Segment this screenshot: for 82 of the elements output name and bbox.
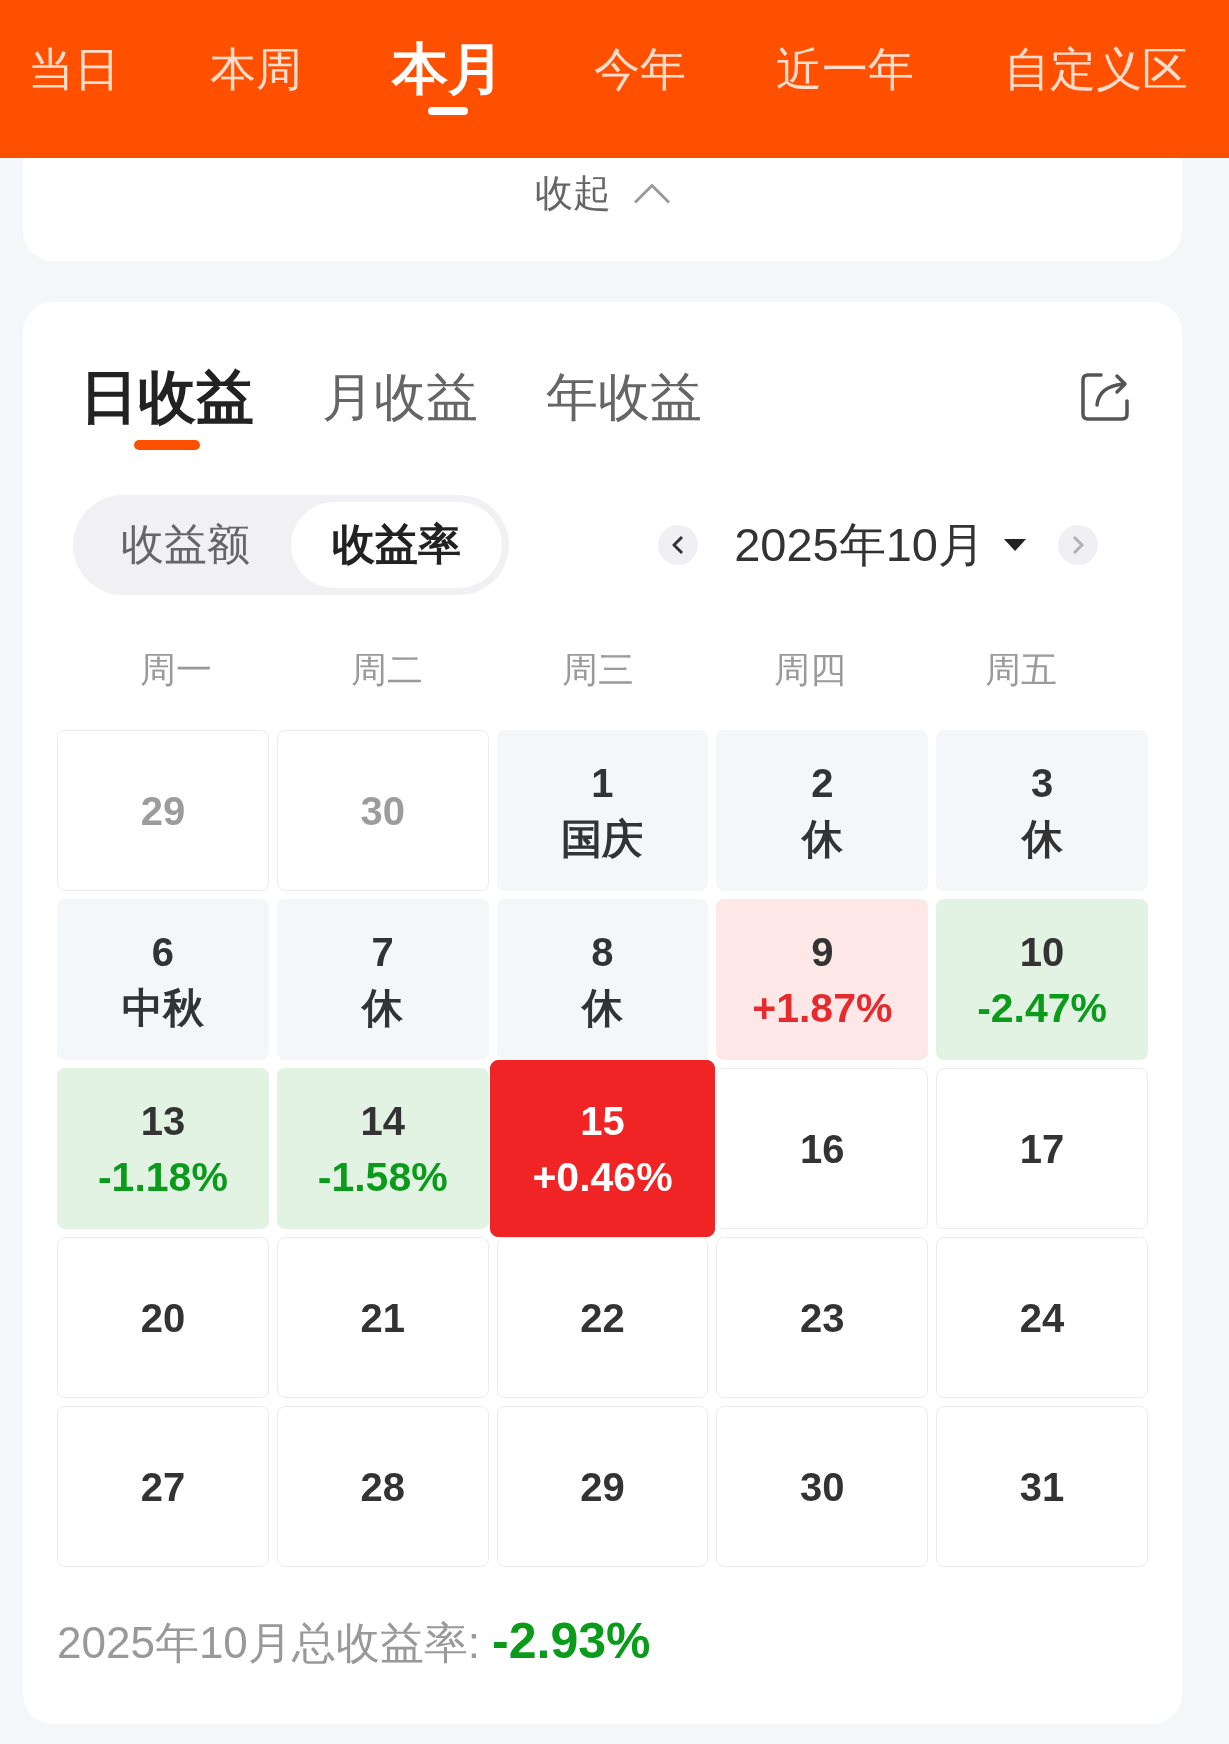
day-number: 13 [140,1097,186,1145]
calendar-day[interactable]: 20 [57,1237,269,1398]
holiday-label: 休 [582,983,623,1033]
calendar-day[interactable]: 22 [496,1237,709,1398]
holiday-label: 休 [362,983,404,1033]
calendar-day[interactable]: 8 休 [496,899,709,1060]
holiday-label: 中秋 [121,983,204,1033]
day-number: 7 [371,928,394,976]
chevron-right-icon [1072,535,1084,555]
day-number: 10 [1019,928,1065,976]
weekday-label: 周五 [985,648,1058,692]
day-number: 28 [360,1463,405,1511]
share-button[interactable] [1078,370,1132,424]
summary-label: 2025年10月总收益率: [57,1618,481,1667]
collapse-button[interactable]: 收起 [534,168,671,218]
calendar-day[interactable]: 15 +0.46% [489,1060,716,1237]
daily-return: +0.46% [532,1152,673,1202]
day-number: 31 [1019,1463,1065,1511]
calendar-day[interactable]: 23 [716,1237,929,1398]
daily-return: -1.18% [97,1152,228,1202]
day-number: 30 [800,1463,845,1511]
toggle-option[interactable]: 收益率 [291,502,502,588]
day-number: 3 [1030,759,1054,807]
calendar-day[interactable]: 6 中秋 [57,899,269,1060]
toggle-option[interactable]: 收益额 [80,502,291,588]
weekday-label: 周二 [351,648,424,692]
daily-return: -1.58% [317,1152,448,1202]
calendar-day[interactable]: 28 [276,1406,489,1567]
holiday-label: 国庆 [561,814,644,864]
calendar-day[interactable]: 29 [496,1406,709,1567]
calendar-day[interactable]: 2 休 [716,730,929,891]
day-number: 30 [360,787,405,835]
day-number: 20 [140,1294,186,1342]
day-number: 22 [580,1294,625,1342]
day-number: 8 [591,928,614,976]
tab-indicator [134,440,200,450]
day-number: 23 [800,1294,845,1342]
summary-value: -2.93% [492,1613,651,1669]
day-number: 9 [811,928,834,976]
weekday-label: 周四 [773,648,846,692]
calendar-day[interactable]: 16 [716,1068,929,1229]
earnings-tab[interactable]: 月收益 [322,359,478,435]
day-number: 16 [800,1125,845,1173]
share-icon [1078,370,1132,424]
calendar-day[interactable]: 27 [57,1406,269,1567]
previous-month-button[interactable] [658,525,699,565]
calendar-day[interactable]: 3 休 [936,730,1148,891]
month-picker[interactable]: 2025年10月 [734,515,1026,575]
weekday-label: 周一 [139,648,212,692]
caret-down-icon [1004,539,1026,551]
day-number: 15 [580,1097,625,1145]
earnings-tab[interactable]: 日收益 [80,359,254,450]
day-number: 29 [140,787,186,835]
holiday-label: 休 [1021,814,1063,864]
calendar-day[interactable]: 24 [936,1237,1148,1398]
daily-return: +1.87% [752,983,893,1033]
chevron-up-icon [632,182,671,204]
calendar-day[interactable]: 9 +1.87% [716,899,929,1060]
calendar-day[interactable]: 13 -1.18% [57,1068,269,1229]
holiday-label: 休 [801,814,843,864]
day-number: 21 [360,1294,405,1342]
calendar-day[interactable]: 1 国庆 [496,730,709,891]
earnings-tab[interactable]: 年收益 [546,359,702,435]
calendar-day[interactable]: 14 -1.58% [276,1068,489,1229]
calendar-day[interactable]: 21 [276,1237,489,1398]
calendar-day[interactable]: 10 -2.47% [936,899,1148,1060]
day-number: 14 [360,1097,405,1145]
calendar-day[interactable]: 31 [936,1406,1148,1567]
tab-indicator [428,107,468,115]
weekday-label: 周三 [562,648,635,692]
day-number: 17 [1019,1125,1065,1173]
calendar-day[interactable]: 17 [936,1068,1148,1229]
day-number: 24 [1019,1294,1065,1342]
day-number: 27 [140,1463,186,1511]
day-number: 1 [591,759,614,807]
day-number: 6 [151,928,174,976]
calendar-day[interactable]: 30 [716,1406,929,1567]
daily-return: -2.47% [977,983,1108,1033]
chevron-left-icon [672,535,685,555]
calendar-day[interactable]: 7 休 [276,899,489,1060]
day-number: 29 [580,1463,625,1511]
day-number: 2 [811,759,834,807]
